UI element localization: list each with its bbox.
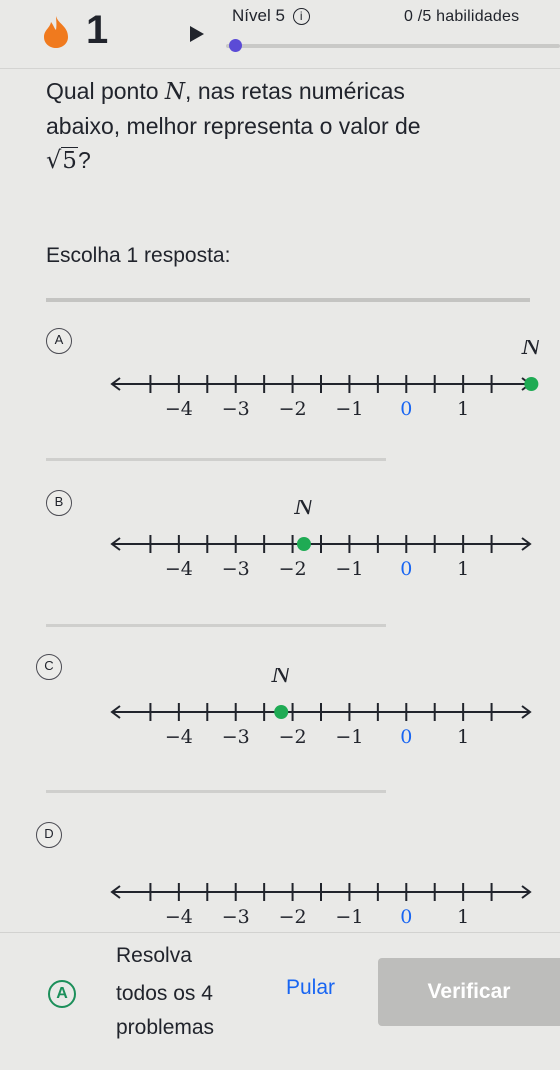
tick-label: 0 bbox=[400, 906, 412, 928]
tick-label: −1 bbox=[335, 906, 363, 928]
choice-c-badge[interactable]: C bbox=[36, 654, 62, 680]
check-button[interactable]: Verificar bbox=[378, 958, 560, 1026]
question-text: Qual ponto N, nas retas numéricas abaixo… bbox=[46, 74, 536, 178]
point-n-label: N bbox=[293, 500, 314, 520]
tick-label: −2 bbox=[279, 906, 307, 928]
tick-label: −1 bbox=[335, 726, 363, 748]
tick-label: 0 bbox=[400, 398, 412, 420]
resolve-all-problems-text: Resolva todos os 4 problemas bbox=[116, 940, 276, 1039]
choose-instruction: Escolha 1 resposta: bbox=[46, 244, 231, 267]
tick-label: −3 bbox=[222, 398, 250, 420]
choices-top-divider bbox=[46, 298, 530, 302]
streak-flame-icon bbox=[44, 16, 68, 48]
resolve-line: problemas bbox=[116, 1016, 215, 1039]
point-n-marker bbox=[274, 705, 289, 719]
tick-label: 1 bbox=[457, 398, 469, 420]
tick-label: −4 bbox=[165, 906, 193, 928]
tick-label: −2 bbox=[279, 558, 307, 580]
choice-divider bbox=[46, 458, 386, 461]
point-n-label: N bbox=[521, 340, 540, 360]
level-indicator: Nível 5 i bbox=[232, 6, 310, 26]
top-bar: 1 Nível 5 i 0 /5 habilidades bbox=[0, 0, 560, 68]
choice-divider bbox=[46, 790, 386, 793]
bottom-bar-divider bbox=[0, 932, 560, 933]
mastery-stamp-icon: A bbox=[48, 980, 76, 1008]
resolve-line: Resolva bbox=[116, 944, 192, 967]
skip-button[interactable]: Pular bbox=[286, 976, 335, 1000]
choice-divider bbox=[46, 624, 386, 627]
point-n-marker bbox=[524, 377, 539, 391]
tick-label: 1 bbox=[457, 906, 469, 928]
info-icon[interactable]: i bbox=[292, 8, 310, 25]
tick-label: −4 bbox=[165, 726, 193, 748]
level-progress-marker bbox=[229, 39, 242, 52]
question-part: abaixo, melhor representa o valor de bbox=[46, 113, 421, 139]
skills-counter: 0 /5 habilidades bbox=[404, 8, 520, 25]
choice-d-badge[interactable]: D bbox=[36, 822, 62, 848]
tick-label: 0 bbox=[400, 558, 412, 580]
question-mark: ? bbox=[77, 147, 91, 173]
tick-label: 1 bbox=[457, 558, 469, 580]
tick-label: 1 bbox=[457, 726, 469, 748]
choice-c-number-line[interactable]: −4 −3 −2 −1 0 1 N bbox=[100, 668, 540, 748]
choice-a-number-line[interactable]: −4 −3 −2 −1 0 1 N bbox=[100, 340, 540, 420]
tick-label: −3 bbox=[222, 906, 250, 928]
streak-count: 1 bbox=[86, 8, 109, 52]
radicand: 5 bbox=[61, 147, 78, 174]
level-label: Nível 5 bbox=[232, 6, 285, 25]
question-variable: N bbox=[164, 79, 186, 105]
tick-label: −3 bbox=[222, 726, 250, 748]
tick-label: −1 bbox=[335, 558, 363, 580]
topbar-divider bbox=[0, 68, 560, 69]
tick-label: −4 bbox=[165, 398, 193, 420]
play-icon[interactable] bbox=[190, 26, 204, 42]
resolve-line: todos os 4 bbox=[116, 982, 213, 1005]
question-part: , nas retas numéricas bbox=[185, 78, 405, 104]
choice-d-number-line[interactable]: −4 −3 −2 −1 0 1 bbox=[100, 848, 540, 928]
point-n-label: N bbox=[271, 668, 292, 688]
level-progress-bar bbox=[226, 44, 560, 48]
tick-label: −4 bbox=[165, 558, 193, 580]
choice-a-badge[interactable]: A bbox=[46, 328, 72, 354]
point-n-marker bbox=[296, 537, 311, 551]
tick-label: −2 bbox=[279, 726, 307, 748]
question-part: Qual ponto bbox=[46, 78, 165, 104]
choice-b-badge[interactable]: B bbox=[46, 490, 72, 516]
tick-label: −2 bbox=[279, 398, 307, 420]
tick-label: −1 bbox=[335, 398, 363, 420]
choice-b-number-line[interactable]: −4 −3 −2 −1 0 1 N bbox=[100, 500, 540, 580]
tick-label: −3 bbox=[222, 558, 250, 580]
tick-label: 0 bbox=[400, 726, 412, 748]
square-root-expression: √5 bbox=[46, 146, 78, 174]
